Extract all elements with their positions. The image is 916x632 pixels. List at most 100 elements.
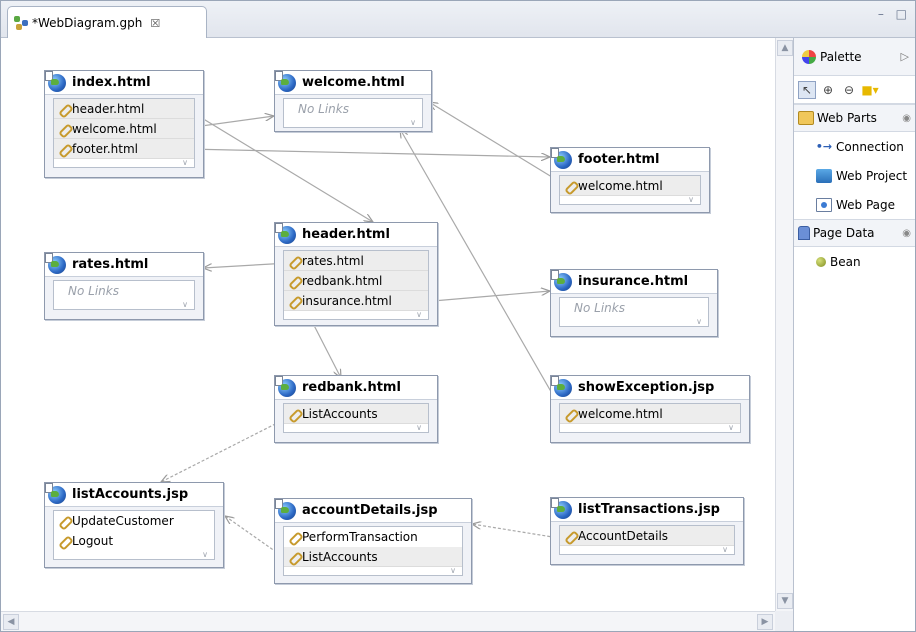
window-controls[interactable]: – □ [878, 7, 911, 21]
node-accountdetails-jsp[interactable]: accountDetails.jsp PerformTransaction Li… [274, 498, 472, 584]
node-header: listTransactions.jsp [551, 497, 743, 522]
select-icon[interactable]: ↖ [798, 80, 816, 99]
node-index-html[interactable]: index.html header.html welcome.html foot… [44, 70, 204, 178]
node-title: listAccounts.jsp [72, 487, 189, 502]
link-label: insurance.html [302, 293, 392, 308]
palette-entry-web-project[interactable]: Web Project [794, 161, 915, 190]
scroll-right-icon[interactable]: ▶ [757, 614, 773, 630]
web-page-globe-icon [551, 497, 572, 519]
link-row[interactable]: AccountDetails [560, 526, 734, 546]
editor-tab-title: *WebDiagram.gph [32, 16, 143, 30]
collapse-palette-icon[interactable]: ▷ [901, 50, 909, 63]
link-row[interactable]: ListAccounts [284, 547, 462, 567]
link-icon [58, 535, 70, 547]
chevron-down-icon: ∨ [410, 118, 416, 127]
palette-toolbar: ↖ ⊕ ⊖ ■▾ [794, 76, 915, 104]
link-label: rates.html [302, 253, 364, 268]
node-title: index.html [72, 75, 151, 90]
node-insurance-html[interactable]: insurance.html No Links ∨ [550, 269, 718, 337]
link-row[interactable]: footer.html [54, 139, 194, 159]
close-icon[interactable]: ☒ [150, 17, 160, 30]
zoom-in-icon[interactable]: ⊕ [819, 81, 837, 99]
node-title: listTransactions.jsp [578, 502, 720, 517]
node-footer-html[interactable]: footer.html welcome.html ∨ [550, 147, 710, 213]
chevron-down-icon: ∨ [696, 317, 702, 326]
node-header: redbank.html [275, 375, 437, 400]
palette-entry-web-page[interactable]: Web Page [794, 190, 915, 219]
node-title: header.html [302, 227, 390, 242]
note-icon[interactable]: ■▾ [861, 81, 879, 99]
web-diagram-icon [14, 16, 28, 30]
connection-index-footer [186, 148, 550, 157]
node-listaccounts-jsp[interactable]: listAccounts.jsp UpdateCustomer Logout ∨ [44, 482, 224, 568]
node-welcome-html[interactable]: welcome.html No Links ∨ [274, 70, 432, 132]
entry-label: Connection [836, 139, 904, 154]
connection-icon: •→ [815, 140, 833, 153]
drawer-web-parts[interactable]: Web Parts ◉ [794, 104, 915, 132]
link-icon [288, 295, 300, 307]
editor-tab-bar: *WebDiagram.gph ☒ – □ [1, 1, 915, 39]
link-row[interactable]: welcome.html [560, 176, 700, 196]
node-title: footer.html [578, 152, 660, 167]
node-links-list: AccountDetails ∨ [559, 525, 735, 555]
connection-header-insurance [420, 291, 550, 303]
node-showexception-jsp[interactable]: showException.jsp welcome.html ∨ [550, 375, 750, 443]
node-header: footer.html [551, 147, 709, 172]
link-row[interactable]: Logout [54, 531, 214, 551]
node-links-list: No Links ∨ [283, 98, 423, 128]
link-label: Logout [72, 534, 114, 548]
palette-entry-connection[interactable]: •→ Connection [794, 132, 915, 161]
link-icon [58, 143, 70, 155]
scroll-up-icon[interactable]: ▲ [777, 40, 793, 56]
node-header: welcome.html [275, 70, 431, 95]
chevron-down-icon: ∨ [722, 545, 728, 554]
link-row[interactable]: UpdateCustomer [54, 511, 214, 531]
vertical-scrollbar[interactable]: ▲ ▼ [775, 38, 793, 611]
node-listtransactions-jsp[interactable]: listTransactions.jsp AccountDetails ∨ [550, 497, 744, 565]
horizontal-scrollbar[interactable]: ◀ ▶ [1, 611, 775, 631]
node-header: listAccounts.jsp [45, 482, 223, 507]
scroll-down-icon[interactable]: ▼ [777, 593, 793, 609]
link-label: redbank.html [302, 273, 383, 288]
node-links-list: UpdateCustomer Logout ∨ [53, 510, 215, 560]
palette-title: Palette [820, 49, 862, 64]
node-header-html[interactable]: header.html rates.html redbank.html insu… [274, 222, 438, 326]
link-icon [58, 515, 70, 527]
link-icon [564, 180, 576, 192]
drawer-title: Page Data [813, 226, 875, 240]
link-row[interactable]: PerformTransaction [284, 527, 462, 547]
link-row[interactable]: insurance.html [284, 291, 428, 311]
link-row[interactable]: welcome.html [560, 404, 740, 424]
zoom-out-icon[interactable]: ⊖ [840, 81, 858, 99]
link-row[interactable]: ListAccounts [284, 404, 428, 424]
node-redbank-html[interactable]: redbank.html ListAccounts ∨ [274, 375, 438, 443]
drawer-page-data[interactable]: Page Data ◉ [794, 219, 915, 247]
no-links-label: No Links [574, 301, 625, 315]
diagram-canvas[interactable]: index.html header.html welcome.html foot… [1, 38, 777, 611]
palette-entry-bean[interactable]: Bean [794, 247, 915, 276]
link-row[interactable]: rates.html [284, 251, 428, 271]
pin-icon[interactable]: ◉ [902, 113, 911, 124]
web-page-globe-icon [551, 147, 572, 169]
link-icon [288, 255, 300, 267]
node-title: insurance.html [578, 274, 689, 289]
link-row[interactable]: welcome.html [54, 119, 194, 139]
link-label: ListAccounts [302, 549, 378, 564]
entry-label: Bean [830, 254, 861, 269]
scroll-left-icon[interactable]: ◀ [3, 614, 19, 630]
no-links-label: No Links [68, 284, 119, 298]
editor-tab[interactable]: *WebDiagram.gph ☒ [7, 6, 207, 39]
link-row[interactable]: header.html [54, 99, 194, 119]
node-header: rates.html [45, 252, 203, 277]
entry-label: Web Project [836, 168, 908, 183]
link-label: welcome.html [578, 178, 663, 193]
pin-icon[interactable]: ◉ [902, 228, 911, 239]
chevron-down-icon: ∨ [416, 310, 422, 319]
connection-footer-welcome [429, 102, 566, 186]
node-rates-html[interactable]: rates.html No Links ∨ [44, 252, 204, 320]
link-row[interactable]: redbank.html [284, 271, 428, 291]
palette-header[interactable]: Palette ▷ [794, 38, 915, 76]
chevron-down-icon: ∨ [202, 550, 208, 559]
web-page-globe-icon [275, 498, 296, 520]
node-title: rates.html [72, 257, 149, 272]
